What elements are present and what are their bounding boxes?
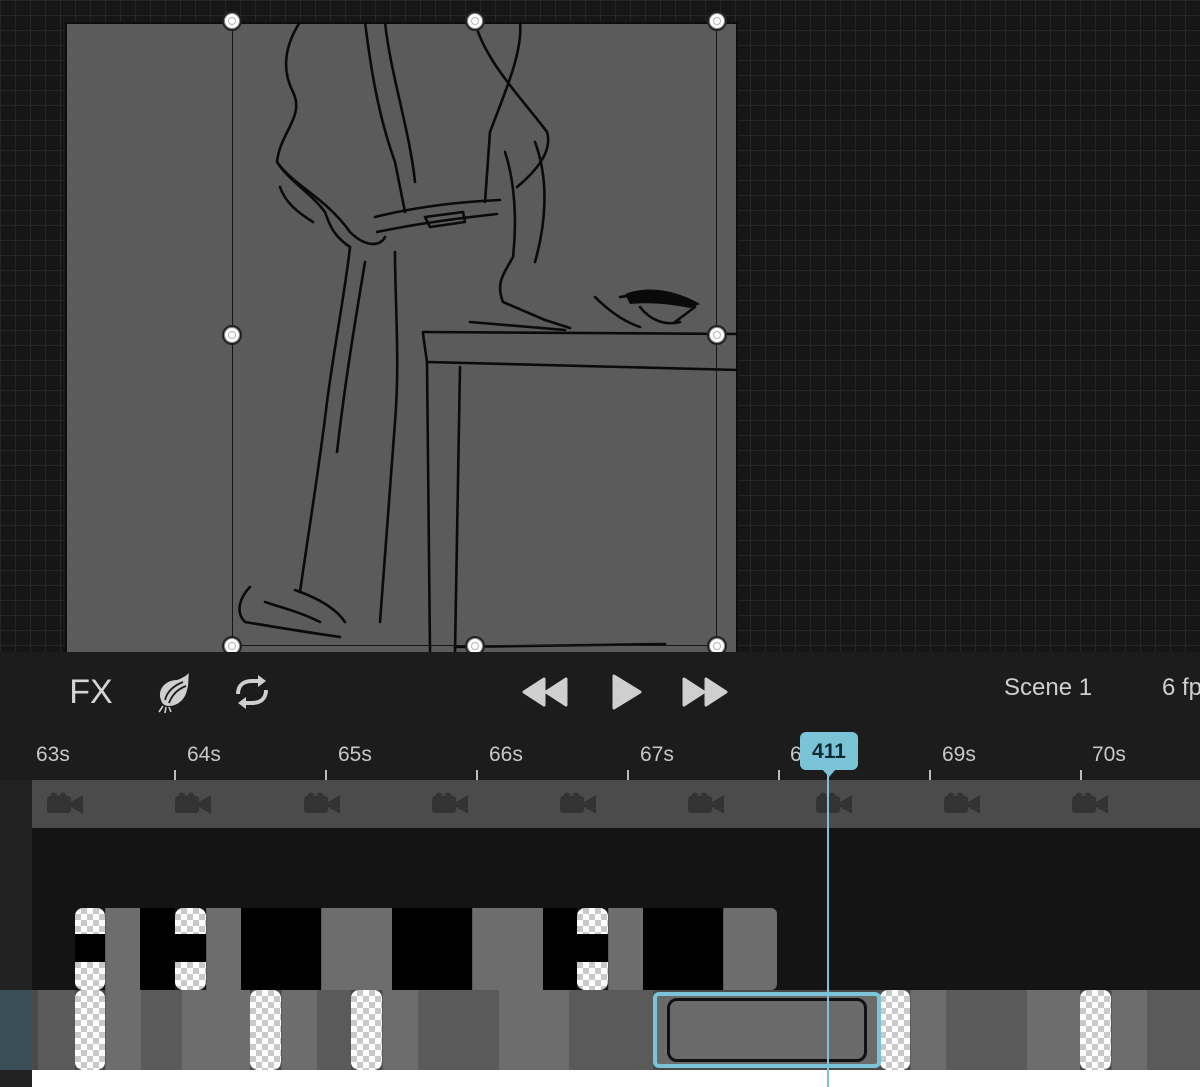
frame-thumbnail[interactable] [910,990,946,1070]
transform-handle-middle-left[interactable] [222,325,242,345]
layer-color-bar [0,990,32,1070]
frame-cell[interactable] [643,908,723,990]
transform-handle-bottom-right[interactable] [707,636,727,652]
frame-thumbnail[interactable] [946,990,1026,1070]
frame-cell[interactable] [543,908,577,990]
frame-thumbnail[interactable] [38,990,75,1070]
empty-frame[interactable] [250,990,281,1070]
camera-icon [47,792,83,814]
frame-cell[interactable] [723,908,777,990]
ruler-tick [325,770,327,780]
frame-mask-bar [75,934,105,962]
frame-thumbnail[interactable] [1147,990,1200,1070]
frame-cell[interactable] [140,908,175,990]
fast-forward-icon [682,677,728,707]
transform-handle-top-left[interactable] [222,11,242,31]
frame-cell[interactable] [472,908,543,990]
frame-thumbnail[interactable] [1026,990,1080,1070]
frame-cell[interactable] [392,908,472,990]
frame-cell[interactable] [321,908,392,990]
ruler-tick [1080,770,1082,780]
ruler-tick [627,770,629,780]
camera-icon [560,792,596,814]
ruler-label: 66s [489,743,523,766]
transform-handle-top-center[interactable] [465,11,485,31]
frame-cell[interactable] [206,908,241,990]
transform-handle-middle-right[interactable] [707,325,727,345]
camera-icon [688,792,724,814]
layer-track[interactable] [32,908,1200,990]
camera-icon [1072,792,1108,814]
timeline-bottom-strip [32,1070,1200,1087]
frame-thumbnail[interactable] [317,990,351,1070]
canvas-area[interactable] [0,0,1200,652]
frame-mask-bar [175,934,206,962]
frame-thumbnail[interactable] [569,990,653,1070]
frame-cell[interactable] [105,908,140,990]
frame-cell[interactable] [608,908,643,990]
camera-icon [175,792,211,814]
empty-frame[interactable] [880,990,910,1070]
frame-thumbnail[interactable] [141,990,181,1070]
fast-forward-button[interactable] [676,668,734,716]
frame-mask-bar [577,934,608,962]
loop-icon [236,675,268,709]
frame-thumbnail[interactable] [498,990,569,1070]
frame-thumbnail[interactable] [382,990,418,1070]
loop-button[interactable] [224,668,280,716]
playhead-line[interactable] [827,770,829,1087]
empty-frame[interactable] [1080,990,1111,1070]
camera-icon [304,792,340,814]
rewind-button[interactable] [516,668,574,716]
camera-icon [432,792,468,814]
ruler-label: 65s [338,743,372,766]
ruler-tick [778,770,780,780]
empty-layer-track[interactable] [32,828,1200,908]
frame-thumbnail[interactable] [105,990,141,1070]
rewind-icon [522,677,568,707]
selection-bounding-box[interactable] [232,21,717,646]
ruler-tick [174,770,176,780]
time-ruler[interactable]: 63s 64s 65s 66s 67s 6 69s 70s [0,734,1200,780]
frame-thumbnail[interactable] [418,990,498,1070]
layer-track[interactable] [32,990,1200,1070]
play-icon [612,674,642,710]
ruler-label: 69s [942,743,976,766]
frame-thumbnail[interactable] [181,990,250,1070]
selected-frame-trim-handles[interactable] [667,998,867,1062]
transform-handle-top-right[interactable] [707,11,727,31]
frame-cell[interactable] [241,908,321,990]
scene-selector[interactable]: Scene 1 [1004,674,1092,702]
empty-frame[interactable] [75,990,105,1070]
selected-frame[interactable] [653,992,881,1068]
playhead-frame-badge[interactable]: 411 [800,732,858,777]
ruler-tick [929,770,931,780]
camera-track[interactable] [32,780,1200,828]
timeline-toolbar: FX Scene 1 6 fp [0,652,1200,734]
transform-handle-bottom-left[interactable] [222,636,242,652]
frame-thumbnail[interactable] [1111,990,1147,1070]
transform-handle-bottom-center[interactable] [465,636,485,652]
onion-skin-icon [158,673,189,714]
fps-selector[interactable]: 6 fp [1162,674,1200,702]
play-button[interactable] [600,668,652,716]
onion-skin-button[interactable] [146,668,200,716]
empty-frame[interactable] [351,990,382,1070]
camera-icon [944,792,980,814]
ruler-label: 63s [36,743,70,766]
ruler-label: 67s [640,743,674,766]
frame-thumbnail[interactable] [281,990,317,1070]
camera-icon [816,792,852,814]
ruler-tick [476,770,478,780]
ruler-label: 70s [1092,743,1126,766]
fx-button[interactable]: FX [58,668,124,716]
ruler-label: 64s [187,743,221,766]
